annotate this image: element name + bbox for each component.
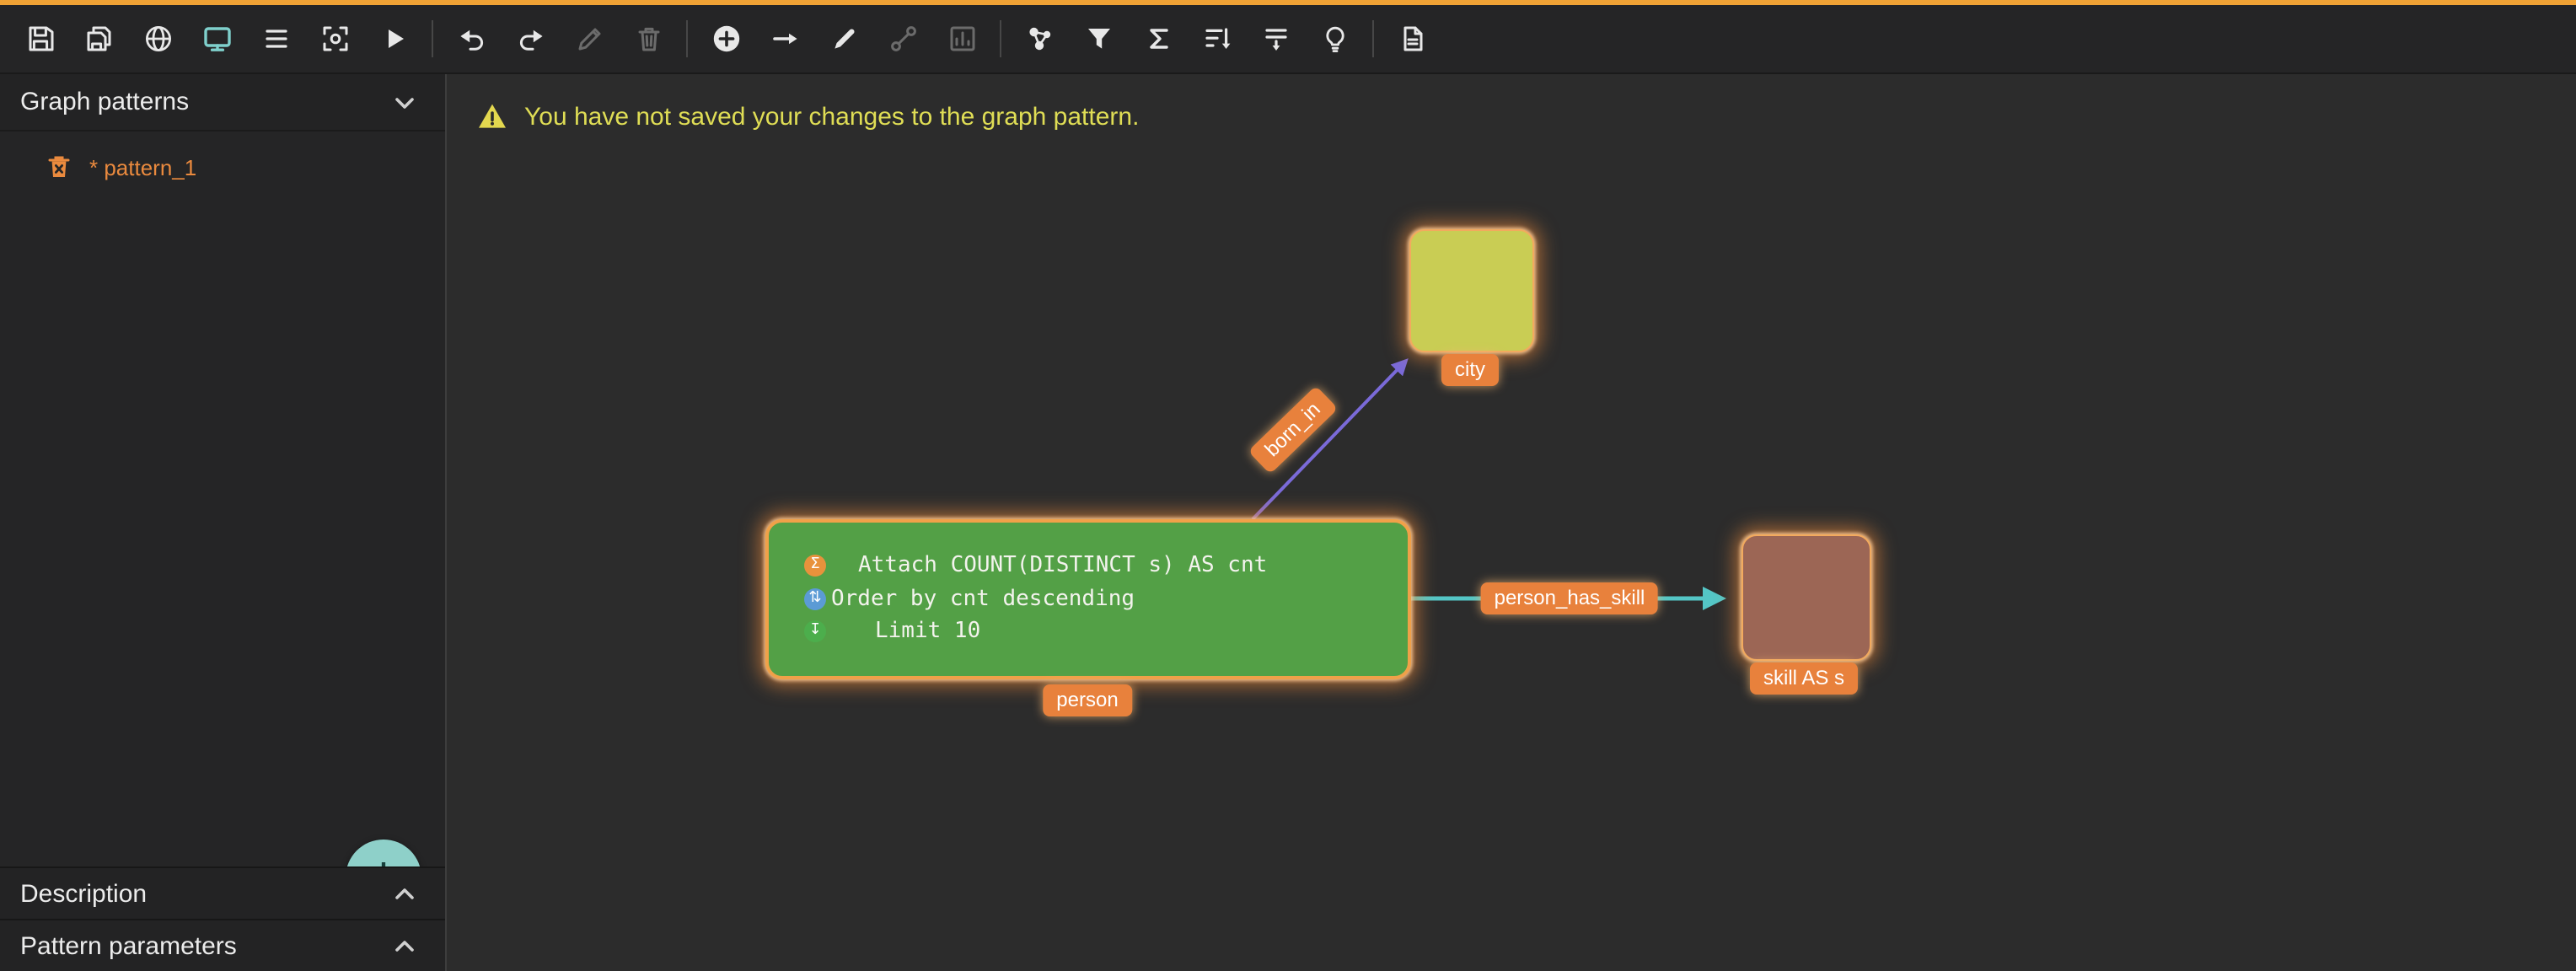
aggregate-button[interactable]: [1128, 5, 1187, 72]
undo-button[interactable]: [442, 5, 501, 72]
globe-icon: [141, 22, 174, 56]
description-title: Description: [20, 879, 147, 908]
aggregate-icon: [804, 555, 826, 577]
chevron-down-icon: [388, 85, 421, 119]
pen-button[interactable]: [814, 5, 873, 72]
limit-button[interactable]: [1246, 5, 1305, 72]
visual-mode-button[interactable]: [187, 5, 246, 72]
redo-icon: [513, 22, 547, 56]
link-button[interactable]: [873, 5, 932, 72]
save-all-button[interactable]: [69, 5, 128, 72]
chevron-up-icon: [388, 929, 421, 963]
filter-icon: [1081, 22, 1115, 56]
toolbar-divider: [1372, 20, 1374, 57]
edit-button[interactable]: [560, 5, 619, 72]
toolbar: [0, 5, 2576, 74]
publish-button[interactable]: [128, 5, 187, 72]
pattern-label: * pattern_1: [89, 154, 196, 180]
rule-text: Limit 10: [875, 620, 980, 645]
add-node-button[interactable]: [696, 5, 755, 72]
filter-button[interactable]: [1069, 5, 1128, 72]
run-button[interactable]: [364, 5, 423, 72]
rule-limit: Limit 10: [769, 615, 1408, 648]
delete-icon: [631, 22, 665, 56]
redo-button[interactable]: [501, 5, 560, 72]
report-icon: [1395, 22, 1429, 56]
hint-icon: [1318, 22, 1351, 56]
graph-pattern-editor: Graph patterns * pattern_1 + Description: [0, 0, 2576, 971]
run-icon: [377, 22, 411, 56]
sort-button[interactable]: [1187, 5, 1246, 72]
hint-button[interactable]: [1305, 5, 1364, 72]
sort-icon: [1199, 22, 1233, 56]
aggregate-icon: [1140, 22, 1174, 56]
graph-patterns-header[interactable]: Graph patterns: [0, 74, 445, 131]
undo-icon: [454, 22, 488, 56]
delete-pattern-icon[interactable]: [46, 153, 72, 180]
save-button[interactable]: [10, 5, 69, 72]
limit-icon: [1258, 22, 1292, 56]
person-rules: Attach COUNT(DISTINCT s) AS cnt Order by…: [769, 523, 1408, 648]
toolbar-divider: [1000, 20, 1001, 57]
pattern-parameters-section-header[interactable]: Pattern parameters: [0, 919, 445, 971]
graph-canvas[interactable]: You have not saved your changes to the g…: [447, 74, 2576, 971]
chevron-up-icon: [388, 877, 421, 910]
delete-button[interactable]: [619, 5, 678, 72]
list-view-button[interactable]: [246, 5, 305, 72]
add-edge-icon: [768, 22, 802, 56]
graph-patterns-title: Graph patterns: [20, 88, 189, 116]
sidebar-footer: Description Pattern parameters: [0, 866, 445, 971]
pen-icon: [827, 22, 861, 56]
link-icon: [886, 22, 920, 56]
node-city[interactable]: [1409, 229, 1534, 352]
report-button[interactable]: [1382, 5, 1441, 72]
sidebar: Graph patterns * pattern_1 + Description: [0, 74, 447, 971]
monitor-icon: [200, 22, 233, 56]
list-icon: [259, 22, 292, 56]
node-label-skill[interactable]: skill AS s: [1750, 663, 1858, 695]
add-edge-button[interactable]: [755, 5, 814, 72]
fit-view-button[interactable]: [305, 5, 364, 72]
save-all-icon: [82, 22, 115, 56]
toolbar-divider: [432, 20, 433, 57]
edit-icon: [572, 22, 606, 56]
rule-text: Attach COUNT(DISTINCT s) AS cnt: [858, 554, 1267, 579]
edge-label-person-has-skill[interactable]: person_has_skill: [1481, 582, 1659, 614]
node-label-city[interactable]: city: [1441, 354, 1499, 386]
match-icon: [1022, 22, 1056, 56]
description-section-header[interactable]: Description: [0, 866, 445, 919]
limit-icon: [804, 621, 826, 643]
rule-text: Order by cnt descending: [831, 587, 1135, 612]
rule-aggregate: Attach COUNT(DISTINCT s) AS cnt: [769, 550, 1408, 582]
add-node-icon: [709, 22, 743, 56]
edge-layer: [447, 74, 2576, 971]
toolbar-divider: [686, 20, 688, 57]
node-person[interactable]: Attach COUNT(DISTINCT s) AS cnt Order by…: [765, 519, 1411, 679]
fit-view-icon: [318, 22, 352, 56]
rule-order-by: Order by cnt descending: [769, 582, 1408, 615]
node-skill[interactable]: [1741, 534, 1871, 661]
pattern-parameters-title: Pattern parameters: [20, 931, 237, 960]
chart-icon: [945, 22, 979, 56]
node-label-person[interactable]: person: [1043, 684, 1131, 716]
pattern-list-item[interactable]: * pattern_1: [0, 153, 445, 180]
match-button[interactable]: [1010, 5, 1069, 72]
save-icon: [23, 22, 56, 56]
chart-button[interactable]: [932, 5, 991, 72]
order-icon: [804, 588, 826, 610]
